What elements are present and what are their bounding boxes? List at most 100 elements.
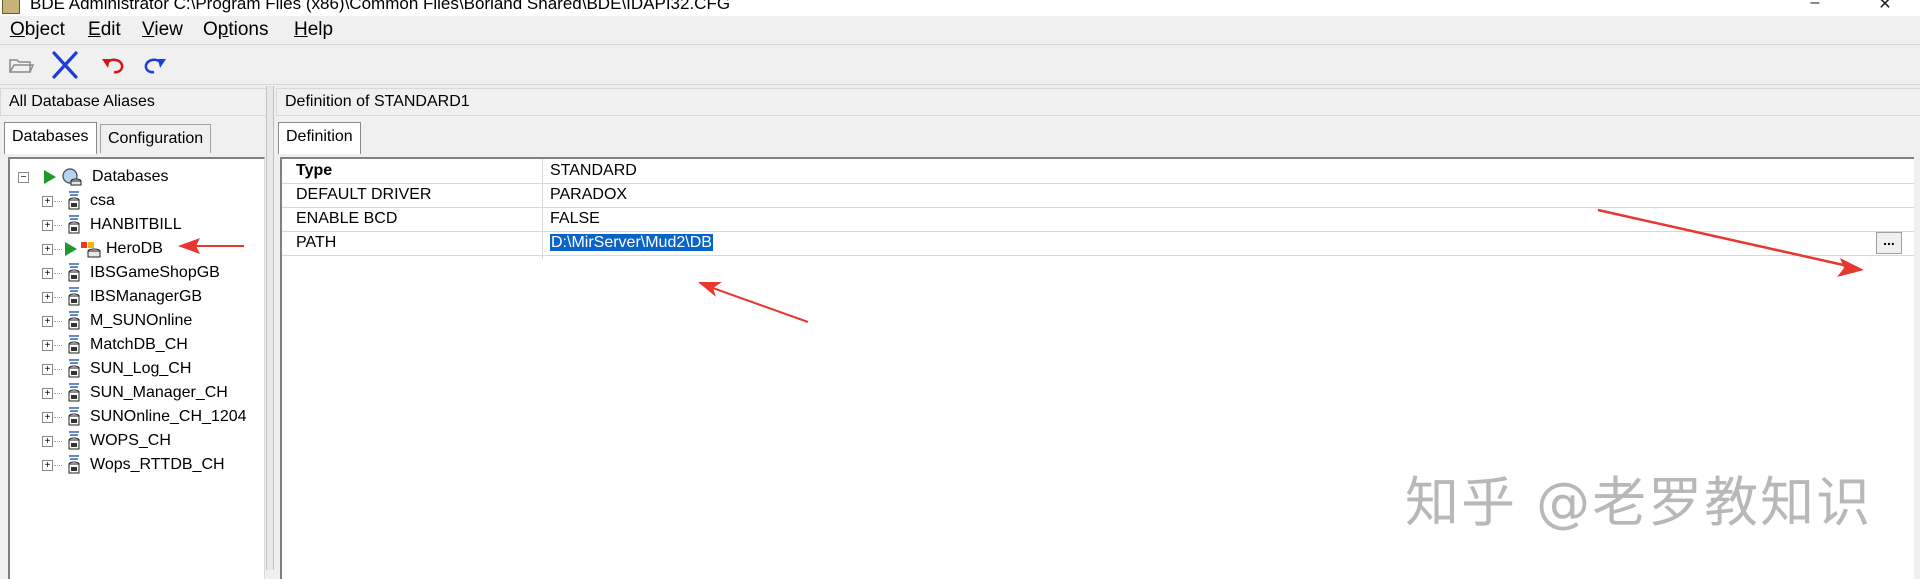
- tree-connector: [54, 321, 62, 322]
- tree-item-label: IBSGameShopGB: [90, 264, 220, 281]
- toolbar: [0, 46, 1920, 85]
- tree-connector: [54, 393, 62, 394]
- menu-options-pre: O: [203, 19, 218, 40]
- tree-item-label: SUN_Log_CH: [90, 360, 192, 377]
- expand-icon[interactable]: +: [42, 364, 53, 375]
- minimize-button[interactable]: –: [1805, 0, 1825, 11]
- menu-edit[interactable]: Edit: [88, 19, 121, 41]
- left-panel-header: All Database Aliases: [0, 88, 270, 116]
- menu-help-label: elp: [307, 19, 334, 40]
- menu-edit-mnemonic: E: [88, 19, 101, 40]
- tree-item[interactable]: + Wops_RTTDB_CH: [10, 453, 264, 477]
- database-icon: [68, 215, 80, 234]
- expand-icon[interactable]: +: [42, 244, 53, 255]
- tree-item[interactable]: + HANBITBILL: [10, 213, 264, 237]
- tree-root-databases[interactable]: − Databases: [10, 165, 264, 189]
- tree-item[interactable]: + WOPS_CH: [10, 429, 264, 453]
- delete-x-icon[interactable]: [50, 50, 80, 80]
- definition-row-path[interactable]: PATH D:\MirServer\Mud2\DB ...: [282, 231, 1914, 256]
- expand-icon[interactable]: +: [42, 220, 53, 231]
- menu-view[interactable]: View: [142, 19, 183, 41]
- menu-object[interactable]: Object: [10, 19, 65, 41]
- tree-connector: [54, 273, 62, 274]
- tree-item[interactable]: + IBSGameShopGB: [10, 261, 264, 285]
- expand-icon[interactable]: +: [42, 292, 53, 303]
- green-play-icon: [65, 242, 77, 256]
- row-value: FALSE: [550, 210, 600, 227]
- databases-globe-icon: [62, 168, 82, 186]
- collapse-icon[interactable]: −: [18, 172, 29, 183]
- expand-icon[interactable]: +: [42, 268, 53, 279]
- tree-item[interactable]: + HeroDB: [10, 237, 264, 261]
- expand-icon[interactable]: +: [42, 316, 53, 327]
- tree-item[interactable]: + csa: [10, 189, 264, 213]
- definition-row-default-driver[interactable]: DEFAULT DRIVER PARADOX: [282, 183, 1914, 208]
- tree-item[interactable]: + SUNOnline_CH_1204: [10, 405, 264, 429]
- tree-item-label: SUNOnline_CH_1204: [90, 408, 247, 425]
- database-open-icon: [81, 242, 101, 258]
- definition-row-type[interactable]: Type STANDARD: [282, 159, 1914, 184]
- database-icon: [68, 455, 80, 474]
- expand-icon[interactable]: +: [42, 412, 53, 423]
- tree-item-label: WOPS_CH: [90, 432, 171, 449]
- database-icon: [68, 407, 80, 426]
- row-value: STANDARD: [550, 162, 637, 179]
- tree-connector: [54, 297, 62, 298]
- tree-item[interactable]: + IBSManagerGB: [10, 285, 264, 309]
- row-key: PATH: [296, 234, 337, 251]
- expand-icon[interactable]: +: [42, 340, 53, 351]
- database-icon: [68, 335, 80, 354]
- expand-icon[interactable]: +: [42, 196, 53, 207]
- tab-databases[interactable]: Databases: [4, 122, 97, 154]
- tab-definition[interactable]: Definition: [278, 122, 361, 154]
- app-icon: [2, 0, 20, 14]
- menu-options-mnemonic: p: [217, 19, 229, 40]
- tree-connector: [54, 369, 62, 370]
- menu-edit-label: dit: [100, 19, 121, 40]
- tree-item[interactable]: + SUN_Manager_CH: [10, 381, 264, 405]
- tree-connector: [54, 225, 62, 226]
- menu-view-label: iew: [154, 19, 183, 40]
- row-key: DEFAULT DRIVER: [296, 186, 432, 203]
- database-icon: [68, 191, 80, 210]
- tree-connector: [54, 201, 62, 202]
- tree-connector: [54, 441, 62, 442]
- tree-connector: [54, 465, 62, 466]
- expand-icon[interactable]: +: [42, 388, 53, 399]
- menu-help[interactable]: Help: [294, 19, 333, 41]
- database-icon: [68, 263, 80, 282]
- database-icon: [68, 287, 80, 306]
- bde-administrator-window: BDE Administrator C:\Program Files (x86)…: [0, 0, 1920, 579]
- pane-splitter[interactable]: [266, 86, 274, 570]
- tree-item-label: Wops_RTTDB_CH: [90, 456, 225, 473]
- database-icon: [68, 383, 80, 402]
- tree-item[interactable]: + MatchDB_CH: [10, 333, 264, 357]
- open-folder-icon[interactable]: [6, 50, 36, 80]
- menu-view-mnemonic: V: [142, 19, 155, 40]
- tree-item[interactable]: + M_SUNOnline: [10, 309, 264, 333]
- tree-item[interactable]: + SUN_Log_CH: [10, 357, 264, 381]
- expand-icon[interactable]: +: [42, 460, 53, 471]
- tree-connector: [54, 249, 62, 250]
- menu-options[interactable]: Options: [203, 19, 269, 41]
- database-tree: − Databases + csa + HANBITBILL + HeroDB + IBSGa…: [8, 157, 265, 579]
- path-value-field[interactable]: D:\MirServer\Mud2\DB: [550, 231, 713, 255]
- tree-item-label: HANBITBILL: [90, 216, 182, 233]
- right-panel-header: Definition of STANDARD1: [276, 88, 1920, 116]
- tab-configuration[interactable]: Configuration: [100, 124, 212, 153]
- database-icon: [68, 311, 80, 330]
- row-key: ENABLE BCD: [296, 210, 398, 227]
- tree-item-label: csa: [90, 192, 115, 209]
- tree-item-label: IBSManagerGB: [90, 288, 203, 305]
- undo-icon[interactable]: [98, 50, 128, 80]
- definition-row-enable-bcd[interactable]: ENABLE BCD FALSE: [282, 207, 1914, 232]
- close-button[interactable]: ✕: [1875, 0, 1895, 13]
- window-title: BDE Administrator C:\Program Files (x86)…: [30, 0, 731, 13]
- expand-icon[interactable]: +: [42, 436, 53, 447]
- path-value-selected: D:\MirServer\Mud2\DB: [550, 234, 713, 251]
- tree-connector: [54, 345, 62, 346]
- redo-icon[interactable]: [140, 50, 170, 80]
- tree-item-label: M_SUNOnline: [90, 312, 193, 329]
- tree-item-label: SUN_Manager_CH: [90, 384, 228, 401]
- path-browse-button[interactable]: ...: [1876, 232, 1902, 254]
